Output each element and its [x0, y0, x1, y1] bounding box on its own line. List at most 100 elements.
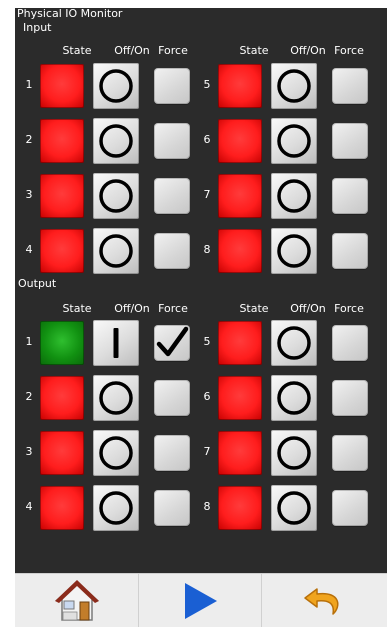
input-state-indicator-4	[40, 229, 84, 273]
output-force-checkbox-1[interactable]	[154, 325, 190, 361]
output-row-num-5: 5	[203, 335, 211, 348]
output-row-num-4: 4	[25, 500, 33, 513]
output-onoff-button-3[interactable]	[93, 430, 139, 476]
output-force-checkbox-4[interactable]	[154, 490, 190, 526]
output-force-checkbox-5[interactable]	[332, 325, 368, 361]
on-bar-icon	[113, 328, 119, 358]
output-state-indicator-1	[40, 321, 84, 365]
input-force-checkbox-2[interactable]	[154, 123, 190, 159]
input-force-checkbox-8[interactable]	[332, 233, 368, 269]
input-force-checkbox-6[interactable]	[332, 123, 368, 159]
output-row-num-6: 6	[203, 390, 211, 403]
off-circle-icon	[99, 69, 133, 103]
output-row-num-1: 1	[25, 335, 33, 348]
input-header-state-left: State	[62, 44, 92, 57]
output-force-checkbox-6[interactable]	[332, 380, 368, 416]
output-force-checkbox-7[interactable]	[332, 435, 368, 471]
input-onoff-button-3[interactable]	[93, 173, 139, 219]
play-icon	[185, 582, 217, 619]
input-onoff-button-6[interactable]	[271, 118, 317, 164]
output-state-indicator-7	[218, 431, 262, 475]
off-circle-icon	[99, 124, 133, 158]
off-circle-icon	[277, 234, 311, 268]
output-state-indicator-5	[218, 321, 262, 365]
off-circle-icon	[277, 69, 311, 103]
input-force-checkbox-1[interactable]	[154, 68, 190, 104]
input-section: Input State Off/On Force State Off/On Fo…	[15, 8, 387, 274]
input-state-indicator-1	[40, 64, 84, 108]
output-header-force-right: Force	[334, 302, 364, 315]
output-force-checkbox-8[interactable]	[332, 490, 368, 526]
output-header-force-left: Force	[158, 302, 188, 315]
output-onoff-button-2[interactable]	[93, 375, 139, 421]
output-section-label: Output	[18, 277, 57, 290]
output-onoff-button-6[interactable]	[271, 375, 317, 421]
off-circle-icon	[277, 326, 311, 360]
input-row-num-1: 1	[25, 78, 33, 91]
output-force-checkbox-2[interactable]	[154, 380, 190, 416]
input-row-num-3: 3	[25, 188, 33, 201]
output-onoff-button-8[interactable]	[271, 485, 317, 531]
input-state-indicator-5	[218, 64, 262, 108]
input-header-state-right: State	[239, 44, 269, 57]
input-force-checkbox-3[interactable]	[154, 178, 190, 214]
output-onoff-button-7[interactable]	[271, 430, 317, 476]
off-circle-icon	[99, 491, 133, 525]
input-force-checkbox-5[interactable]	[332, 68, 368, 104]
off-circle-icon	[99, 381, 133, 415]
output-section: Output State Off/On Force State Off/On F…	[15, 274, 387, 559]
input-header-force-left: Force	[158, 44, 188, 57]
io-monitor-panel: Physical IO Monitor Input State Off/On F…	[15, 8, 387, 573]
output-state-indicator-3	[40, 431, 84, 475]
output-row-num-8: 8	[203, 500, 211, 513]
input-state-indicator-2	[40, 119, 84, 163]
input-force-checkbox-7[interactable]	[332, 178, 368, 214]
off-circle-icon	[99, 436, 133, 470]
input-state-indicator-3	[40, 174, 84, 218]
home-button[interactable]	[15, 574, 139, 627]
undo-icon	[303, 587, 339, 615]
output-row-num-7: 7	[203, 445, 211, 458]
input-onoff-button-4[interactable]	[93, 228, 139, 274]
input-state-indicator-8	[218, 229, 262, 273]
input-row-num-4: 4	[25, 243, 33, 256]
off-circle-icon	[277, 179, 311, 213]
input-header-force-right: Force	[334, 44, 364, 57]
input-onoff-button-2[interactable]	[93, 118, 139, 164]
input-row-num-7: 7	[203, 188, 211, 201]
output-state-indicator-2	[40, 376, 84, 420]
input-onoff-button-8[interactable]	[271, 228, 317, 274]
bottom-nav-bar	[15, 573, 387, 627]
play-button[interactable]	[139, 574, 262, 627]
input-state-indicator-7	[218, 174, 262, 218]
output-state-indicator-4	[40, 486, 84, 530]
output-row-num-3: 3	[25, 445, 33, 458]
off-circle-icon	[277, 124, 311, 158]
off-circle-icon	[99, 234, 133, 268]
output-header-state-right: State	[239, 302, 269, 315]
input-row-num-2: 2	[25, 133, 33, 146]
input-onoff-button-1[interactable]	[93, 63, 139, 109]
check-icon	[156, 326, 189, 357]
input-onoff-button-7[interactable]	[271, 173, 317, 219]
output-header-state-left: State	[62, 302, 92, 315]
input-force-checkbox-4[interactable]	[154, 233, 190, 269]
input-section-label: Input	[23, 21, 52, 34]
output-state-indicator-6	[218, 376, 262, 420]
output-onoff-button-1[interactable]	[93, 320, 139, 366]
output-row-num-2: 2	[25, 390, 33, 403]
output-force-checkbox-3[interactable]	[154, 435, 190, 471]
output-onoff-button-4[interactable]	[93, 485, 139, 531]
undo-button[interactable]	[262, 574, 387, 627]
input-onoff-button-5[interactable]	[271, 63, 317, 109]
input-row-num-8: 8	[203, 243, 211, 256]
off-circle-icon	[277, 491, 311, 525]
output-state-indicator-8	[218, 486, 262, 530]
home-icon	[54, 579, 99, 621]
input-row-num-5: 5	[203, 78, 211, 91]
off-circle-icon	[277, 381, 311, 415]
off-circle-icon	[277, 436, 311, 470]
output-onoff-button-5[interactable]	[271, 320, 317, 366]
input-row-num-6: 6	[203, 133, 211, 146]
input-state-indicator-6	[218, 119, 262, 163]
